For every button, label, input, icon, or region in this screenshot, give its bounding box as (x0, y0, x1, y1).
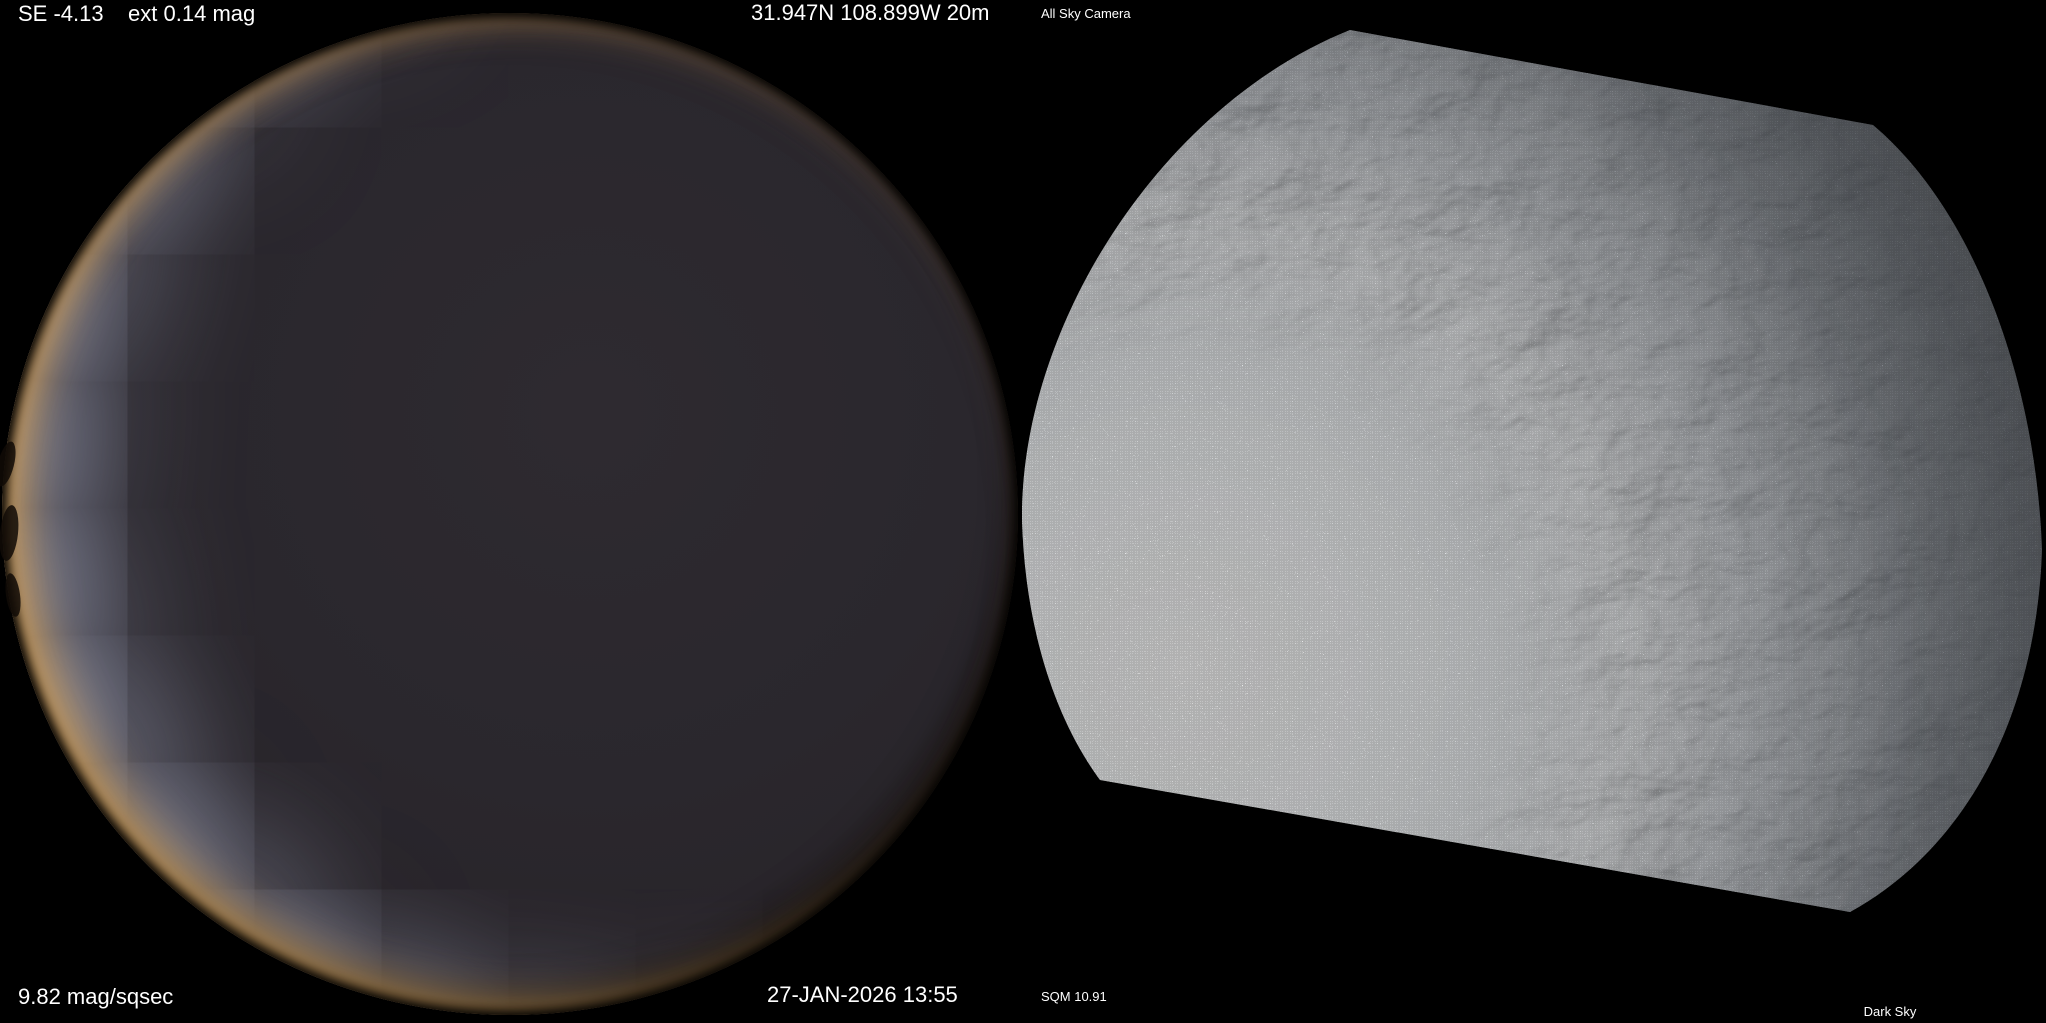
sqm-reading-label: SQM 10.91 (1041, 990, 1107, 1004)
mirror-cloud-image (1022, 28, 2044, 934)
sensor-noise-speckles (1022, 28, 2044, 934)
camera-name-label: All Sky Camera (1041, 7, 1131, 21)
timestamp-label: 27-JAN-2026 13:55 (767, 983, 958, 1007)
site-coordinates-label: 31.947N 108.899W 20m (751, 1, 990, 25)
sky-brightness-label: 9.82 mag/sqsec (18, 985, 173, 1009)
horizon-silhouette (0, 440, 19, 489)
horizon-silhouette (0, 504, 21, 562)
solar-elevation-extinction-label: SE -4.13 ext 0.14 mag (18, 2, 255, 26)
fisheye-sky-image (2, 13, 1018, 1015)
horizon-silhouette (3, 572, 23, 618)
allsky-monitor-screen: SE -4.13 ext 0.14 mag 31.947N 108.899W 2… (0, 0, 2046, 1023)
site-name-line1: Dark Sky (1835, 1002, 1945, 1021)
site-name-label: Dark Sky New Mexico (1835, 964, 1945, 1023)
